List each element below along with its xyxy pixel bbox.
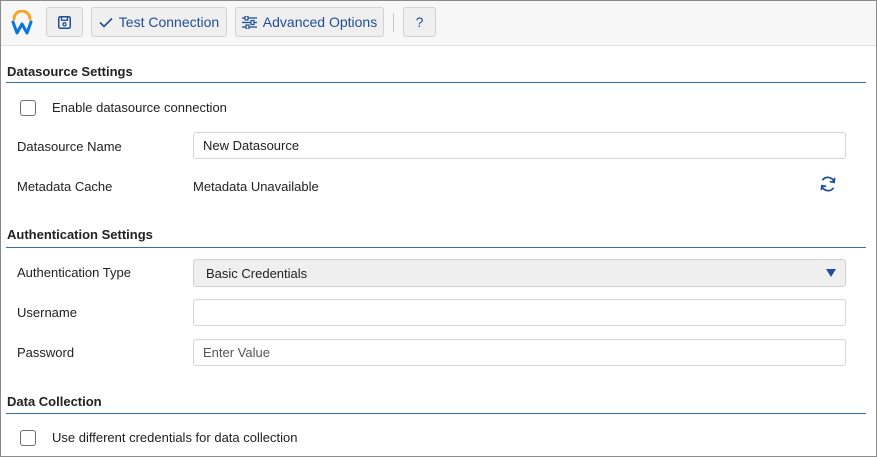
authentication-type-value: Basic Credentials <box>206 266 308 281</box>
authentication-type-label: Authentication Type <box>17 265 131 280</box>
metadata-cache-status: Metadata Unavailable <box>193 179 319 194</box>
sliders-icon <box>241 15 257 29</box>
advanced-options-label: Advanced Options <box>262 14 378 30</box>
enable-datasource-label: Enable datasource connection <box>52 100 227 115</box>
datasource-name-label: Datasource Name <box>17 139 122 154</box>
data-collection-title: Data Collection <box>7 394 102 409</box>
advanced-options-button[interactable]: Advanced Options <box>235 7 384 37</box>
checkmark-icon <box>99 17 113 28</box>
test-connection-label: Test Connection <box>118 14 220 30</box>
username-label: Username <box>17 305 77 320</box>
password-input[interactable] <box>193 339 846 366</box>
datasource-name-input[interactable] <box>193 132 846 159</box>
authentication-settings-title: Authentication Settings <box>7 227 153 242</box>
toolbar: Test Connection Advanced Options ? <box>1 1 876 46</box>
refresh-icon[interactable] <box>819 175 837 193</box>
password-label: Password <box>17 345 75 360</box>
save-button[interactable] <box>46 7 83 37</box>
section-divider <box>6 82 866 83</box>
save-icon <box>58 15 71 29</box>
workday-logo-icon <box>11 10 33 35</box>
section-divider <box>6 247 866 248</box>
datasource-editor-window: Test Connection Advanced Options ? Datas… <box>0 0 877 457</box>
test-connection-button[interactable]: Test Connection <box>91 7 227 37</box>
different-credentials-label: Use different credentials for data colle… <box>52 430 298 445</box>
datasource-settings-title: Datasource Settings <box>7 64 133 79</box>
metadata-cache-label: Metadata Cache <box>17 179 113 194</box>
help-button[interactable]: ? <box>403 7 436 37</box>
authentication-type-select[interactable]: Basic Credentials <box>193 259 846 287</box>
help-label: ? <box>415 14 424 30</box>
different-credentials-checkbox[interactable] <box>20 430 36 446</box>
caret-down-icon <box>826 269 836 277</box>
section-divider <box>6 413 866 414</box>
enable-datasource-checkbox[interactable] <box>20 100 36 116</box>
toolbar-divider <box>393 13 394 32</box>
username-input[interactable] <box>193 299 846 326</box>
